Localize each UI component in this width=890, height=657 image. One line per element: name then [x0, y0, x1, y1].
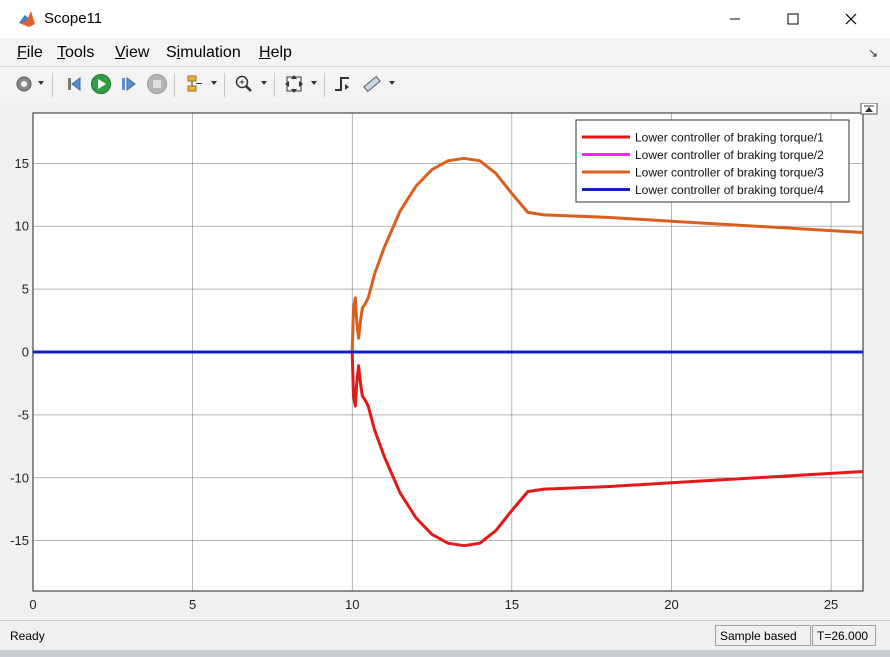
legend: Lower controller of braking torque/1 Lowe…	[575, 119, 850, 203]
undock-arrow-icon[interactable]: ↘	[868, 46, 878, 60]
scope-window: Scope11 File Tools View Simulation Help …	[0, 0, 890, 657]
run-icon	[91, 74, 111, 94]
settings-icon	[16, 76, 32, 92]
menu-simulation[interactable]: Simulation	[166, 44, 241, 62]
close-icon	[845, 13, 857, 25]
maximize-button[interactable]	[764, 0, 822, 38]
menu-bar: File Tools View Simulation Help ↘	[0, 38, 890, 66]
axes-group: 0 5 10 15 20 25 -15 -10 -5 0 5 10 15 Lower controller…	[10, 112, 864, 612]
background-strip	[0, 650, 890, 657]
maximize-icon	[787, 13, 799, 25]
x-tick-label: 10	[345, 597, 359, 612]
x-tick-label: 25	[824, 597, 838, 612]
y-tick-label: -15	[10, 533, 29, 548]
axes-restore-icon[interactable]	[860, 103, 878, 115]
y-tick-label: 10	[15, 219, 29, 234]
x-tick-label: 15	[505, 597, 519, 612]
window-title: Scope11	[44, 10, 103, 27]
measurements-button[interactable]	[360, 72, 384, 96]
y-tick-label: 15	[15, 156, 29, 171]
status-sample-mode: Sample based	[715, 625, 811, 646]
step-forward-button[interactable]	[117, 72, 141, 96]
zoom-in-button[interactable]	[232, 72, 256, 96]
y-tick-label: 5	[22, 282, 29, 297]
x-tick-label: 20	[664, 597, 678, 612]
x-tick-label: 0	[29, 597, 36, 612]
menu-tools[interactable]: Tools	[57, 44, 94, 62]
legend-label-2: Lower controller of braking torque/2	[635, 148, 824, 162]
fit-to-view-icon	[285, 75, 303, 93]
settings-button[interactable]	[12, 72, 36, 96]
toolbar	[0, 66, 890, 104]
minimize-icon	[730, 18, 740, 20]
status-bar: Ready Sample based T=26.000	[0, 620, 890, 651]
stop-button[interactable]	[145, 72, 169, 96]
menu-view[interactable]: View	[115, 44, 149, 62]
close-button[interactable]	[822, 0, 880, 38]
y-tick-label: 0	[22, 345, 29, 360]
legend-label-1: Lower controller of braking torque/1	[635, 131, 824, 145]
run-button[interactable]	[89, 72, 113, 96]
title-bar[interactable]: Scope11	[0, 0, 890, 38]
y-tick-label: -5	[17, 407, 29, 422]
legend-label-3: Lower controller of braking torque/3	[635, 166, 824, 180]
triggers-icon	[335, 77, 349, 91]
legend-label-4: Lower controller of braking torque/4	[635, 183, 824, 197]
menu-file[interactable]: File	[17, 44, 43, 62]
x-tick-label: 5	[189, 597, 196, 612]
status-time: T=26.000	[812, 625, 876, 646]
stop-icon	[147, 74, 167, 94]
highlight-block-icon	[187, 75, 202, 92]
scope-chart[interactable]: 0 5 10 15 20 25 -15 -10 -5 0 5 10 15 Lower controller…	[0, 103, 890, 620]
menu-help[interactable]: Help	[259, 44, 292, 62]
matlab-icon	[19, 11, 35, 27]
step-forward-icon	[122, 77, 136, 91]
fit-to-view-button[interactable]	[282, 72, 306, 96]
step-back-button[interactable]	[62, 72, 86, 96]
minimize-button[interactable]	[706, 0, 764, 38]
step-back-icon	[68, 77, 81, 91]
zoom-in-icon	[235, 75, 252, 92]
triggers-button[interactable]	[331, 72, 355, 96]
measurements-icon	[363, 75, 381, 93]
y-tick-label: -10	[10, 470, 29, 485]
plot-area[interactable]: 0 5 10 15 20 25 -15 -10 -5 0 5 10 15 Lower controller…	[0, 103, 890, 620]
status-ready: Ready	[10, 629, 45, 643]
highlight-block-button[interactable]	[182, 72, 206, 96]
